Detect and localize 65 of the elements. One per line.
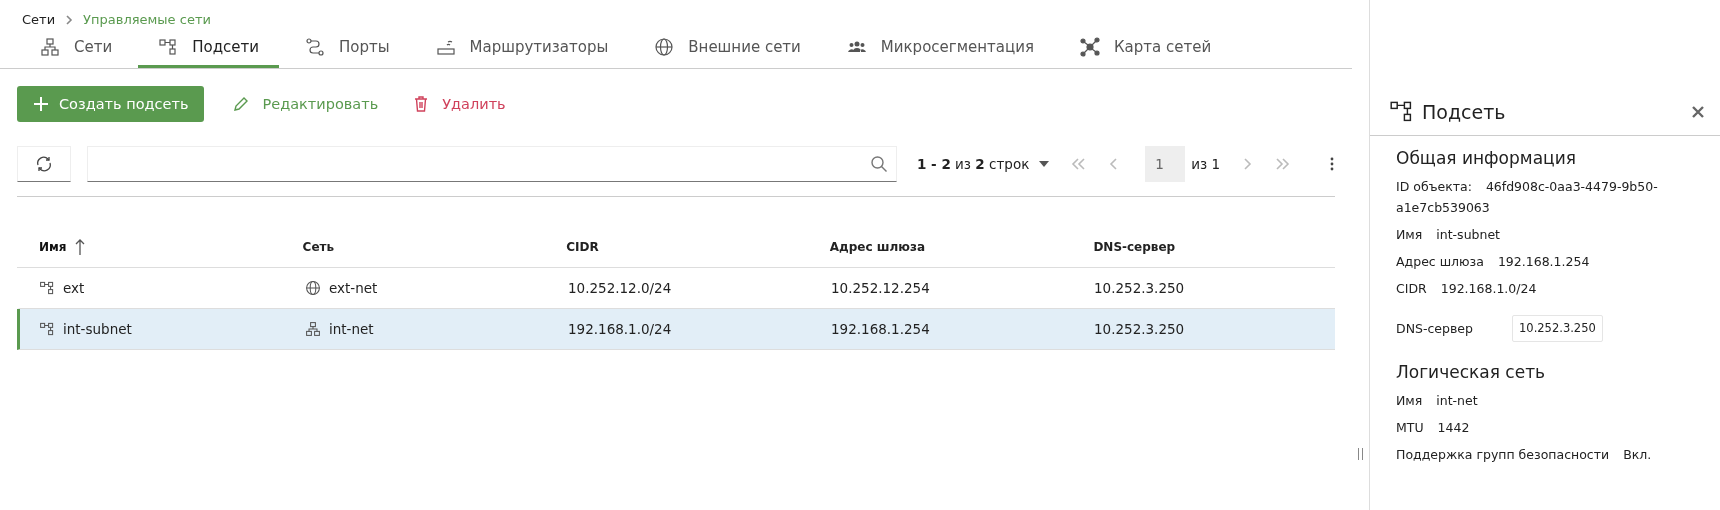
page-total: из 1	[1191, 156, 1221, 172]
table-cell: ext	[63, 280, 85, 296]
delete-button[interactable]: Удалить	[406, 95, 512, 113]
network-map-icon	[1080, 37, 1100, 57]
subnet-icon	[39, 321, 55, 337]
breadcrumb-item[interactable]: Сети	[22, 12, 56, 27]
more-options-icon[interactable]	[1330, 157, 1335, 171]
column-header[interactable]: CIDR	[566, 240, 599, 254]
sort-ascending-icon[interactable]	[74, 238, 85, 256]
globe-icon	[655, 38, 673, 56]
close-icon[interactable]	[1692, 105, 1704, 118]
search-field[interactable]	[87, 146, 897, 182]
section-title: Общая информация	[1396, 148, 1577, 168]
column-header[interactable]: Адрес шлюза	[829, 240, 926, 254]
table-cell: int-net	[329, 321, 374, 337]
router-icon	[436, 40, 455, 55]
search-icon	[870, 155, 888, 173]
table-cell: int-subnet	[63, 321, 132, 337]
tab[interactable]: Микросегментация	[826, 37, 1054, 68]
hierarchy-icon	[306, 322, 320, 336]
column-header[interactable]: DNS-сервер	[1093, 240, 1176, 254]
field-text: Поддержка групп безопасности Вкл.	[1396, 446, 1653, 464]
table-cell: 10.252.3.250	[1094, 280, 1185, 296]
field-text: Адрес шлюза 192.168.1.254	[1396, 253, 1591, 271]
column-header[interactable]: Имя	[39, 238, 85, 256]
hierarchy-icon	[41, 38, 59, 56]
row-count: 1 - 2 из 2 строк	[917, 156, 1030, 172]
tab[interactable]: Карта сетей	[1059, 37, 1232, 68]
tab[interactable]: Подсети	[138, 37, 279, 68]
column-header[interactable]: Сеть	[302, 240, 335, 254]
table-cell: 10.252.12.254	[831, 280, 930, 296]
field-text: CIDR 192.168.1.0/24	[1396, 280, 1538, 298]
tab[interactable]: Внешние сети	[634, 37, 821, 68]
subnet-icon	[159, 39, 176, 55]
subnet-icon	[39, 280, 55, 296]
tab[interactable]: Маршрутизаторы	[415, 37, 629, 68]
table-row[interactable]: int-subnet int-net 192.168.1.0/24 192.168.1.254 10.252.3.250	[17, 309, 1335, 350]
breadcrumb-item: Управляемые сети	[83, 12, 211, 27]
refresh-icon	[34, 154, 54, 174]
section-title: Логическая сеть	[1396, 362, 1547, 382]
field-value: 10.252.3.250	[1512, 315, 1603, 342]
table-cell: 192.168.1.0/24	[568, 321, 672, 337]
field-text: MTU 1442	[1396, 419, 1471, 437]
resize-handle[interactable]	[1358, 448, 1363, 460]
dropdown-caret-icon[interactable]	[1039, 161, 1050, 167]
users-icon	[847, 41, 866, 52]
edit-button[interactable]: Редактировать	[226, 95, 385, 113]
globe-icon	[306, 281, 320, 295]
page-number-field[interactable]: 1	[1145, 146, 1186, 182]
field-label: DNS-сервер	[1396, 320, 1474, 338]
table-cell: ext-net	[329, 280, 378, 296]
chevron-icon	[65, 14, 74, 25]
table-cell: 10.252.3.250	[1094, 321, 1185, 337]
panel-title: Подсеть	[1422, 100, 1507, 123]
table-cell: 192.168.1.254	[831, 321, 930, 337]
port-icon	[306, 38, 324, 56]
table-cell: 10.252.12.0/24	[568, 280, 672, 296]
plus-icon	[33, 96, 49, 112]
tab[interactable]: Сети	[20, 37, 133, 68]
refresh-button[interactable]	[17, 146, 71, 182]
field-text: ID объекта: 46fd908c-0aa3-4479-9b50-a1e7cb539063	[1396, 178, 1659, 217]
field-text: Имя int-net	[1396, 392, 1479, 410]
subnet-icon	[1390, 99, 1414, 124]
field-text: Имя int-subnet	[1396, 226, 1501, 244]
tab[interactable]: Порты	[285, 37, 410, 68]
